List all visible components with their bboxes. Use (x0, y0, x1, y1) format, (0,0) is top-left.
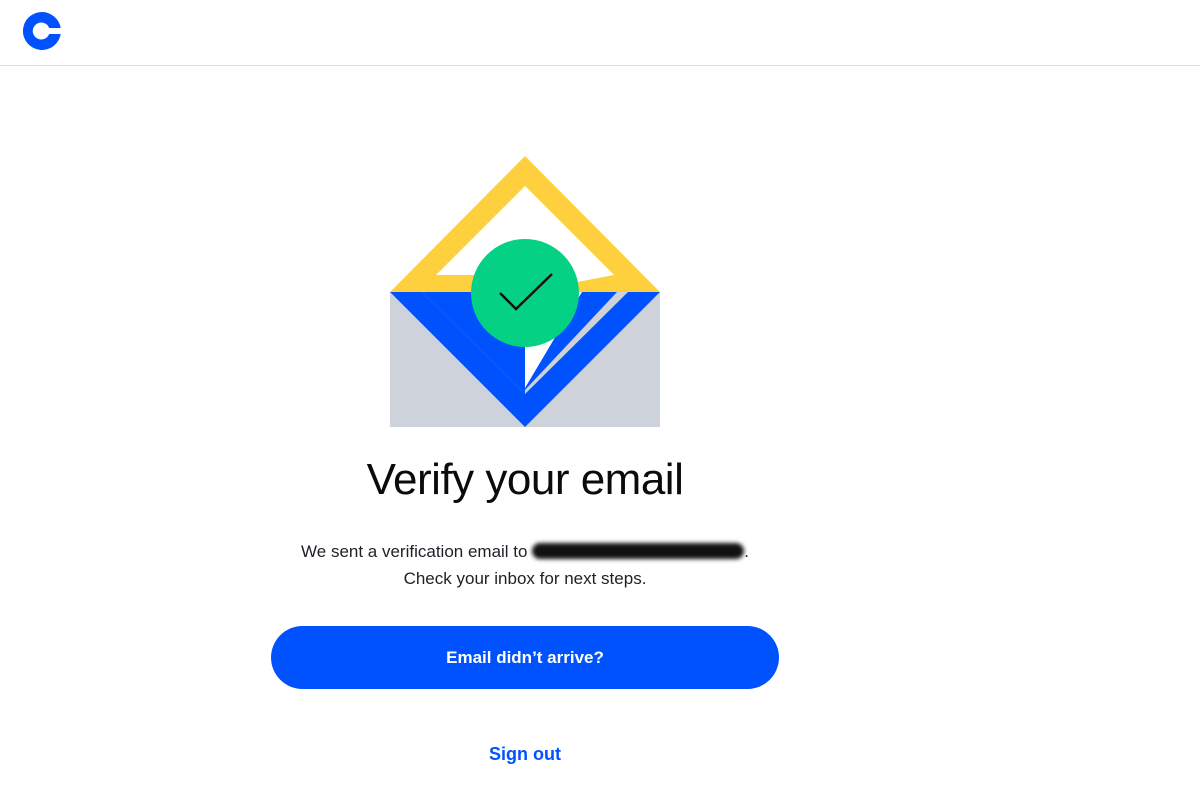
redacted-email (532, 542, 745, 559)
verification-message: We sent a verification email to . Check … (0, 538, 1050, 592)
message-suffix: . (744, 542, 749, 561)
message-prefix: We sent a verification email to (301, 542, 528, 561)
page-title: Verify your email (366, 455, 684, 504)
envelope-checkmark-icon (390, 156, 660, 427)
sign-out-link[interactable]: Sign out (0, 744, 1050, 765)
message-line2: Check your inbox for next steps. (403, 569, 647, 588)
top-header (0, 0, 1200, 66)
coinbase-logo-icon[interactable] (23, 12, 61, 50)
email-didnt-arrive-button[interactable]: Email didn’t arrive? (271, 626, 779, 689)
